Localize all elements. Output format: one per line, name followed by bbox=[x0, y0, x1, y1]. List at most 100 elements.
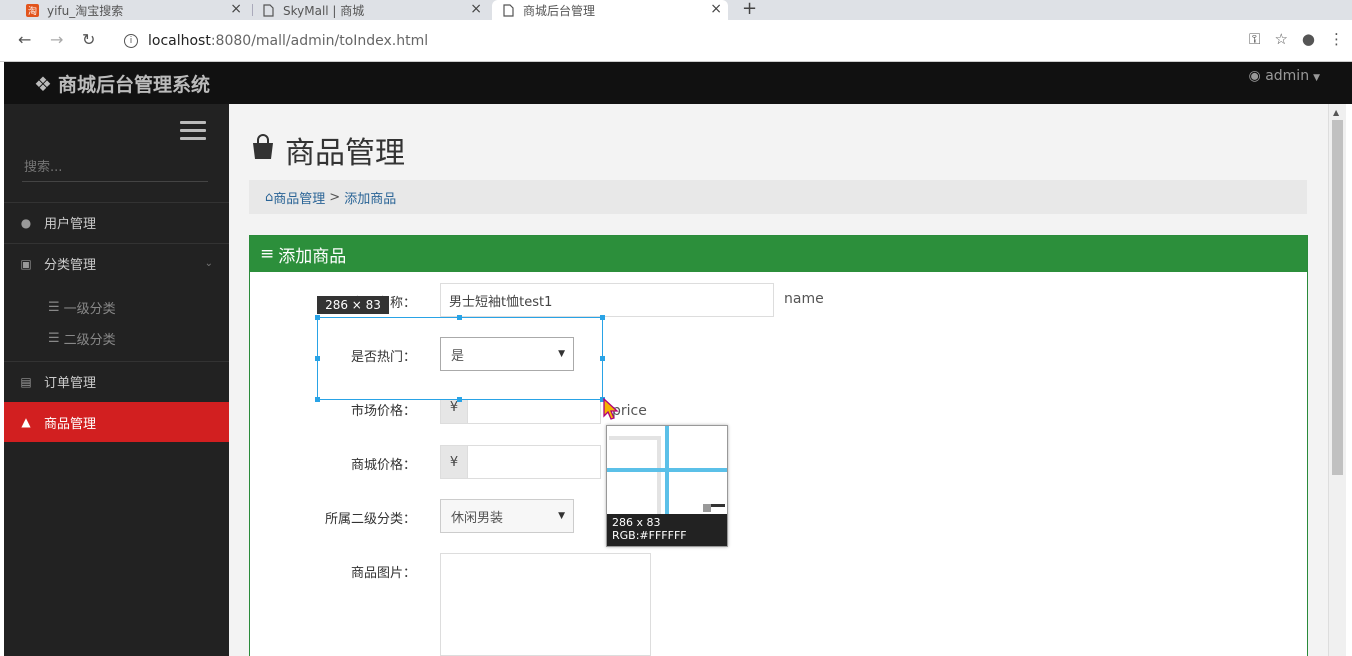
category-label: 所属二级分类： bbox=[324, 512, 416, 527]
magnifier-size: 286 x 83 bbox=[612, 516, 661, 529]
resize-handle[interactable] bbox=[600, 315, 605, 320]
tab-title: 商城后台管理 bbox=[523, 3, 596, 18]
market-price-label: 市场价格： bbox=[350, 404, 416, 419]
magnifier-info: 286 x 83 RGB:#FFFFFF bbox=[607, 514, 727, 546]
hot-select[interactable]: 是 ▼ bbox=[440, 337, 574, 371]
panel-title: 添加商品 bbox=[278, 246, 347, 267]
info-icon[interactable]: i bbox=[124, 34, 138, 48]
brand[interactable]: ❖ 商城后台管理系统 bbox=[34, 70, 210, 97]
cursor-icon bbox=[603, 397, 619, 424]
caret-down-icon: ▼ bbox=[1313, 73, 1320, 83]
category-value: 休闲男装 bbox=[451, 510, 504, 526]
brand-title: 商城后台管理系统 bbox=[57, 74, 210, 96]
tab-title: yifu_淘宝搜索 bbox=[47, 3, 124, 18]
user-circle-icon: ◉ bbox=[1248, 68, 1261, 84]
panel-header: ≡ 添加商品 bbox=[250, 236, 1307, 272]
user-menu[interactable]: ◉ admin ▼ bbox=[1249, 68, 1320, 84]
back-icon[interactable]: ← bbox=[18, 30, 31, 49]
page-icon bbox=[262, 3, 275, 17]
app-header: ❖ 商城后台管理系统 ◉ admin ▼ bbox=[4, 62, 1352, 104]
sidebar-item-orders[interactable]: ▤ 订单管理 bbox=[4, 361, 229, 401]
magnifier-rgb: RGB:#FFFFFF bbox=[612, 529, 687, 542]
browser-tab-taobao[interactable]: 淘 yifu_淘宝搜索 × bbox=[16, 0, 248, 20]
menu-dots-icon[interactable]: ⋮ bbox=[1329, 30, 1344, 48]
breadcrumb-separator: > bbox=[329, 189, 341, 205]
url-host: localhost bbox=[148, 33, 211, 49]
hamburger-icon[interactable] bbox=[180, 121, 206, 145]
resize-handle[interactable] bbox=[315, 315, 320, 320]
close-icon[interactable]: × bbox=[470, 1, 482, 17]
hot-value: 是 bbox=[451, 348, 465, 364]
name-hint: name bbox=[784, 291, 824, 307]
sidebar-subitem-label: 二级分类 bbox=[63, 332, 116, 348]
sidebar-item-label: 用户管理 bbox=[44, 217, 97, 232]
scroll-up-icon[interactable]: ▲ bbox=[1333, 108, 1339, 117]
forward-icon[interactable]: → bbox=[50, 30, 63, 49]
url-path: :8080/mall/admin/toIndex.html bbox=[210, 33, 429, 49]
shopping-bag-icon: ▲ bbox=[21, 415, 31, 429]
resize-handle[interactable] bbox=[457, 315, 462, 320]
resize-handle[interactable] bbox=[315, 397, 320, 402]
scrollbar[interactable]: ▲ bbox=[1328, 104, 1346, 656]
address-bar: ← → ↻ i localhost:8080/mall/admin/toInde… bbox=[0, 20, 1352, 62]
sidebar-search-input[interactable] bbox=[22, 154, 208, 182]
sidebar-subitem-level1[interactable]: ☰ 一级分类 bbox=[4, 292, 229, 322]
resize-handle[interactable] bbox=[315, 356, 320, 361]
category-select[interactable]: 休闲男装 ▼ bbox=[440, 499, 574, 533]
magnifier-view bbox=[607, 426, 727, 514]
sidebar-item-products[interactable]: ▲ 商品管理 bbox=[4, 402, 229, 442]
caret-down-icon: ▼ bbox=[558, 511, 565, 521]
cubes-icon: ❖ bbox=[34, 71, 52, 96]
list-icon: ☰ bbox=[48, 299, 60, 315]
name-input[interactable]: 男士短袖t恤test1 bbox=[440, 283, 774, 317]
breadcrumb-current[interactable]: 添加商品 bbox=[344, 188, 396, 207]
breadcrumb-home[interactable]: 商品管理 bbox=[273, 188, 325, 207]
sidebar-subitem-level2[interactable]: ☰ 二级分类 bbox=[4, 323, 229, 353]
new-tab-button[interactable]: + bbox=[742, 0, 757, 19]
browser-tab-skymall[interactable]: SkyMall | 商城 × bbox=[252, 0, 488, 20]
browser-tab-admin[interactable]: 商城后台管理 × bbox=[492, 0, 728, 20]
close-icon[interactable]: × bbox=[230, 1, 242, 17]
taobao-icon: 淘 bbox=[26, 3, 39, 17]
star-icon[interactable]: ☆ bbox=[1274, 30, 1287, 48]
tab-title: SkyMall | 商城 bbox=[283, 3, 365, 18]
category-icon: ▣ bbox=[20, 256, 32, 271]
magnifier: 286 x 83 RGB:#FFFFFF bbox=[606, 425, 728, 547]
breadcrumb: ⌂ 商品管理 > 添加商品 bbox=[249, 180, 1307, 214]
image-label: 商品图片： bbox=[350, 566, 416, 581]
resize-handle[interactable] bbox=[457, 397, 462, 402]
home-icon: ⌂ bbox=[265, 189, 274, 205]
profile-icon[interactable]: ● bbox=[1302, 30, 1315, 48]
screenshot-selection[interactable]: 是否热门： 是 ▼ bbox=[317, 317, 603, 400]
scroll-thumb[interactable] bbox=[1332, 120, 1343, 475]
reload-icon[interactable]: ↻ bbox=[82, 30, 95, 49]
shopping-bag-icon bbox=[249, 133, 277, 168]
sidebar-item-label: 商品管理 bbox=[44, 416, 97, 432]
shop-price-input[interactable] bbox=[467, 445, 601, 479]
sidebar-item-label: 分类管理 bbox=[44, 258, 97, 273]
user-name: admin bbox=[1265, 68, 1310, 84]
sidebar-item-categories[interactable]: ▣ 分类管理 ⌄ bbox=[4, 243, 229, 283]
browser-tab-bar: 淘 yifu_淘宝搜索 × SkyMall | 商城 × 商城后台管理 × + bbox=[0, 0, 1352, 20]
key-icon[interactable]: ⚿ bbox=[1249, 30, 1260, 48]
file-icon: ▤ bbox=[20, 374, 32, 389]
caret-down-icon: ▼ bbox=[558, 349, 565, 359]
currency-addon: ¥ bbox=[440, 445, 468, 479]
user-circle-icon: ● bbox=[20, 215, 32, 230]
page-title-text: 商品管理 bbox=[285, 136, 405, 171]
sidebar: ● 用户管理 ▣ 分类管理 ⌄ ☰ 一级分类 ☰ 二级分类 ▤ 订单管理 ▲ 商… bbox=[4, 104, 229, 656]
page-title: 商品管理 bbox=[249, 128, 405, 172]
list-icon: ☰ bbox=[48, 330, 60, 346]
hot-label: 是否热门： bbox=[350, 350, 416, 365]
shop-price-label: 商城价格： bbox=[350, 458, 416, 473]
sidebar-subitem-label: 一级分类 bbox=[63, 301, 116, 317]
resize-handle[interactable] bbox=[600, 356, 605, 361]
chevron-down-icon: ⌄ bbox=[204, 258, 213, 269]
selection-size-tooltip: 286 × 83 bbox=[317, 296, 389, 314]
close-icon[interactable]: × bbox=[710, 1, 722, 17]
url-field[interactable]: i localhost:8080/mall/admin/toIndex.html bbox=[110, 26, 1290, 56]
page-icon bbox=[502, 3, 515, 17]
sidebar-item-users[interactable]: ● 用户管理 bbox=[4, 202, 229, 242]
image-upload-box[interactable] bbox=[440, 553, 651, 656]
sidebar-item-label: 订单管理 bbox=[44, 376, 97, 391]
